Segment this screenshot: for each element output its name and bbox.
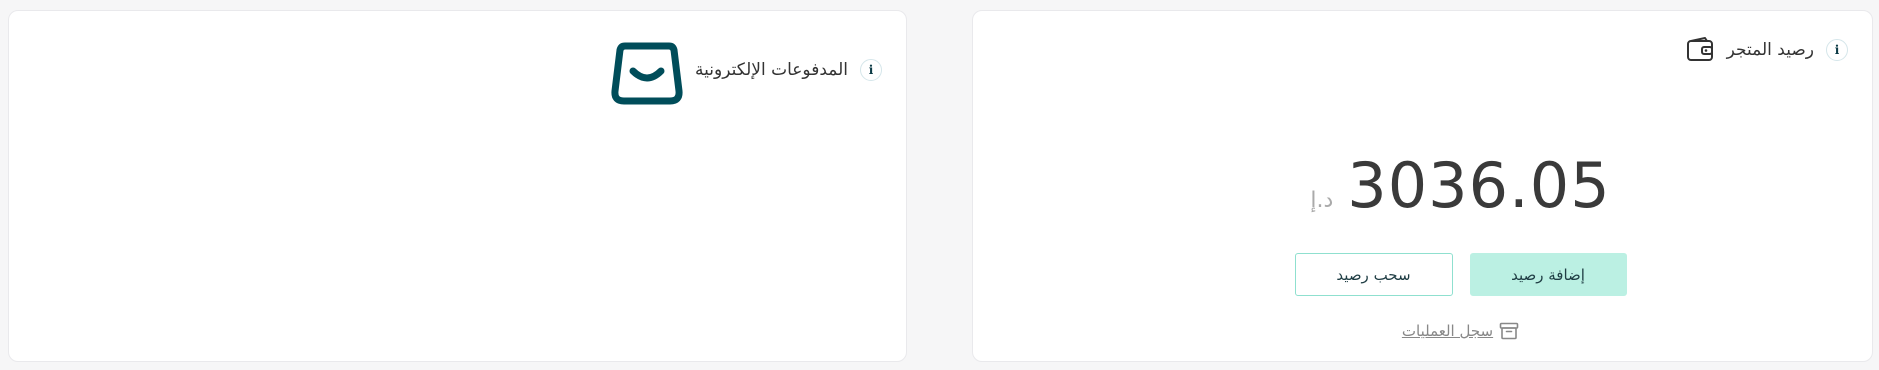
add-balance-button[interactable]: إضافة رصيد: [1469, 253, 1627, 296]
balance-display: د.إ 3036.05: [973, 149, 1872, 222]
balance-amount: 3036.05: [1347, 149, 1611, 222]
store-balance-card: رصيد المتجر i د.إ 3036.05 سحب رصيد إضافة…: [972, 10, 1873, 362]
e-payments-title: المدفوعات الإلكترونية: [695, 60, 848, 80]
transactions-history-label: سجل العمليات: [1401, 322, 1494, 340]
wallet-icon: [1685, 35, 1715, 65]
info-icon[interactable]: i: [1826, 39, 1848, 61]
info-icon[interactable]: i: [860, 59, 882, 81]
e-payments-header: المدفوعات الإلكترونية i: [611, 35, 882, 105]
archive-icon: [1499, 322, 1519, 340]
store-logo-icon: [611, 41, 683, 105]
currency-label: د.إ: [1310, 188, 1334, 213]
balance-actions: سحب رصيد إضافة رصيد: [973, 253, 1872, 296]
withdraw-balance-button[interactable]: سحب رصيد: [1294, 253, 1453, 296]
e-payments-card: المدفوعات الإلكترونية i: [8, 10, 907, 362]
store-balance-title: رصيد المتجر: [1726, 40, 1814, 60]
store-balance-header: رصيد المتجر i: [1685, 35, 1848, 65]
transactions-history-link[interactable]: سجل العمليات: [973, 322, 1872, 340]
